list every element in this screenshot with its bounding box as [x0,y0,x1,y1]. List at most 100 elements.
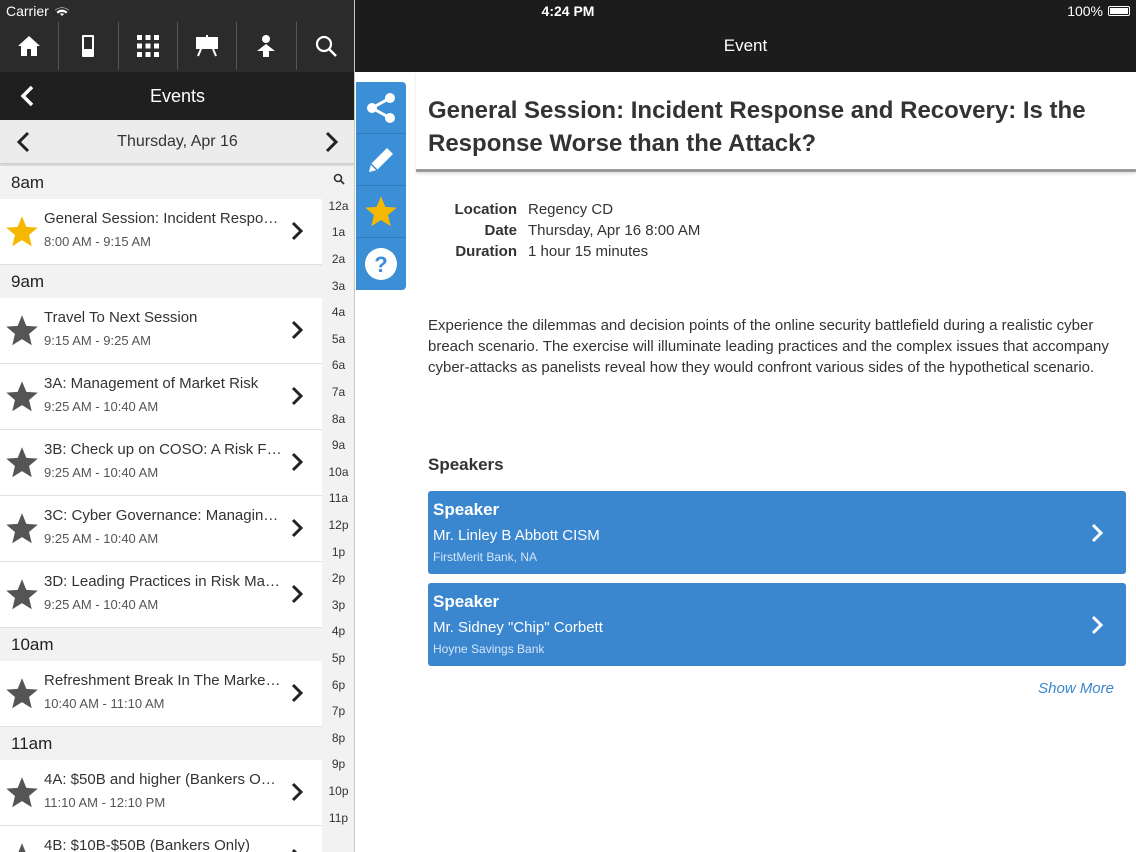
home-icon[interactable] [0,22,60,70]
edit-icon [369,147,393,172]
index-hour[interactable]: 10a [328,459,348,486]
device-icon[interactable] [59,22,119,70]
index-hour[interactable]: 8p [332,724,345,751]
status-bar: Carrier 4:24 PM 100% [0,0,1136,22]
presentation-icon[interactable] [178,22,238,70]
speaker-card[interactable]: Speaker Mr. Sidney "Chip" Corbett Hoyne Sa… [428,583,1126,666]
star-icon[interactable] [4,214,40,250]
star-icon[interactable] [4,379,40,415]
date-bar: Thursday, Apr 16 [0,120,354,164]
star-icon[interactable] [4,511,40,547]
person-icon[interactable] [237,22,297,70]
prev-date-button[interactable] [14,131,34,158]
events-title: Events [149,85,206,106]
event-list-item[interactable]: 4A: $50B and higher (Bankers Only) 11:10 … [0,760,322,826]
svg-text:?: ? [374,252,387,277]
index-hour[interactable]: 1a [332,219,345,246]
index-hour[interactable]: 9p [332,751,345,778]
index-hour[interactable]: 11a [329,485,348,512]
index-hour[interactable]: 4a [332,299,345,326]
back-button[interactable] [16,84,40,108]
battery-icon [1108,6,1130,16]
meta-row: Location Regency CD [420,199,700,220]
index-hour[interactable]: 5a [332,326,345,353]
status-time: 4:24 PM [541,3,595,19]
grid-icon[interactable] [119,22,178,70]
event-item-time: 9:25 AM - 10:40 AM [44,465,159,480]
chevron-right-icon [290,452,304,477]
time-index[interactable]: 12a 1a 2a 3a 4a 5a 6a 7a 8a 9a 10a 11a 12p 1p 2p 3p 4p 5p… [322,166,354,852]
event-item-title: 4A: $50B and higher (Bankers Only) [44,771,284,788]
left-pane: Events Thursday, Apr 16 8am General Sessi… [0,0,355,852]
detail-title: Event [723,36,768,55]
search-icon[interactable] [297,22,354,70]
index-hour[interactable]: 1p [332,538,345,565]
edit-button[interactable] [356,134,406,186]
event-item-time: 9:25 AM - 10:40 AM [44,531,159,546]
index-hour[interactable]: 6a [332,352,345,379]
index-hour[interactable]: 4p [332,618,345,645]
share-button[interactable] [356,82,406,134]
event-list-item[interactable]: Travel To Next Session 9:15 AM - 9:25 AM [0,298,322,364]
chevron-right-icon [290,221,304,246]
event-description: Experience the dilemmas and decision poi… [428,317,1109,376]
help-button[interactable]: ? [356,238,406,290]
speakers-heading: Speakers [428,455,504,474]
events-header: Events [0,72,354,120]
favorite-button[interactable] [356,186,406,238]
index-hour[interactable]: 10p [328,778,348,805]
event-item-time: 9:25 AM - 10:40 AM [44,399,159,414]
index-hour[interactable]: 3a [332,272,345,299]
event-meta: Location Regency CD Date Thursday, Apr 16 8… [420,199,701,262]
show-more-link[interactable]: Show More [1038,680,1114,697]
index-hour[interactable]: 11p [329,804,348,831]
battery-label: 100% [1067,3,1103,19]
meta-value: Thursday, Apr 16 8:00 AM [528,222,701,239]
star-icon[interactable] [4,313,40,349]
meta-row: Date Thursday, Apr 16 8:00 AM [420,220,700,241]
event-list-item[interactable]: 3D: Leading Practices in Risk Management… [0,562,322,628]
index-hour[interactable]: 2a [332,246,345,273]
index-hour[interactable]: 6p [332,671,345,698]
next-date-button[interactable] [321,131,341,158]
speaker-name: Mr. Sidney "Chip" Corbett [433,619,603,636]
meta-value: Regency CD [528,201,614,218]
star-icon[interactable] [4,841,40,852]
index-hour[interactable]: 7p [332,698,345,725]
event-list-item[interactable]: General Session: Incident Response and R… [0,199,322,265]
meta-value: 1 hour 15 minutes [528,243,649,260]
index-hour[interactable]: 7a [332,379,345,406]
meta-label: Duration [455,243,517,260]
event-item-title: Travel To Next Session [44,309,198,326]
star-icon [365,195,397,226]
index-hour[interactable]: 9a [332,432,345,459]
event-item-time: 8:00 AM - 9:15 AM [44,234,151,249]
event-list-item[interactable]: 4B: $10B-$50B (Bankers Only) [0,826,322,852]
index-hour[interactable]: 12p [328,512,348,539]
chevron-right-icon [290,782,304,807]
event-list-item[interactable]: 3B: Check up on COSO: A Risk Framework 9:… [0,430,322,496]
event-list-item[interactable]: 3A: Management of Market Risk 9:25 AM - 1… [0,364,322,430]
star-icon[interactable] [4,775,40,811]
event-list: 8am General Session: Incident Response an… [0,166,322,852]
chevron-right-icon [290,386,304,411]
index-hour[interactable]: 5p [332,645,345,672]
chevron-right-icon [290,518,304,543]
event-title: General Session: Incident Response and R… [428,97,1086,157]
index-search-icon[interactable] [333,166,345,193]
event-list-item[interactable]: Refreshment Break In The Marketplace 10:4… [0,661,322,727]
chevron-right-icon [290,584,304,609]
event-list-item[interactable]: 3C: Cyber Governance: Managing Risk 9:25 … [0,496,322,562]
chevron-right-icon [325,131,339,153]
index-hour[interactable]: 12a [328,193,348,220]
speaker-card[interactable]: Speaker Mr. Linley B Abbott CISM FirstMeri… [428,491,1126,574]
star-icon[interactable] [4,676,40,712]
index-hour[interactable]: 2p [332,565,345,592]
star-icon[interactable] [4,445,40,481]
event-item-time: 9:25 AM - 10:40 AM [44,597,159,612]
index-hour[interactable]: 3p [332,592,345,619]
share-icon [367,92,395,123]
star-icon[interactable] [4,577,40,613]
index-hour[interactable]: 8a [332,405,345,432]
chevron-right-icon [290,683,304,708]
